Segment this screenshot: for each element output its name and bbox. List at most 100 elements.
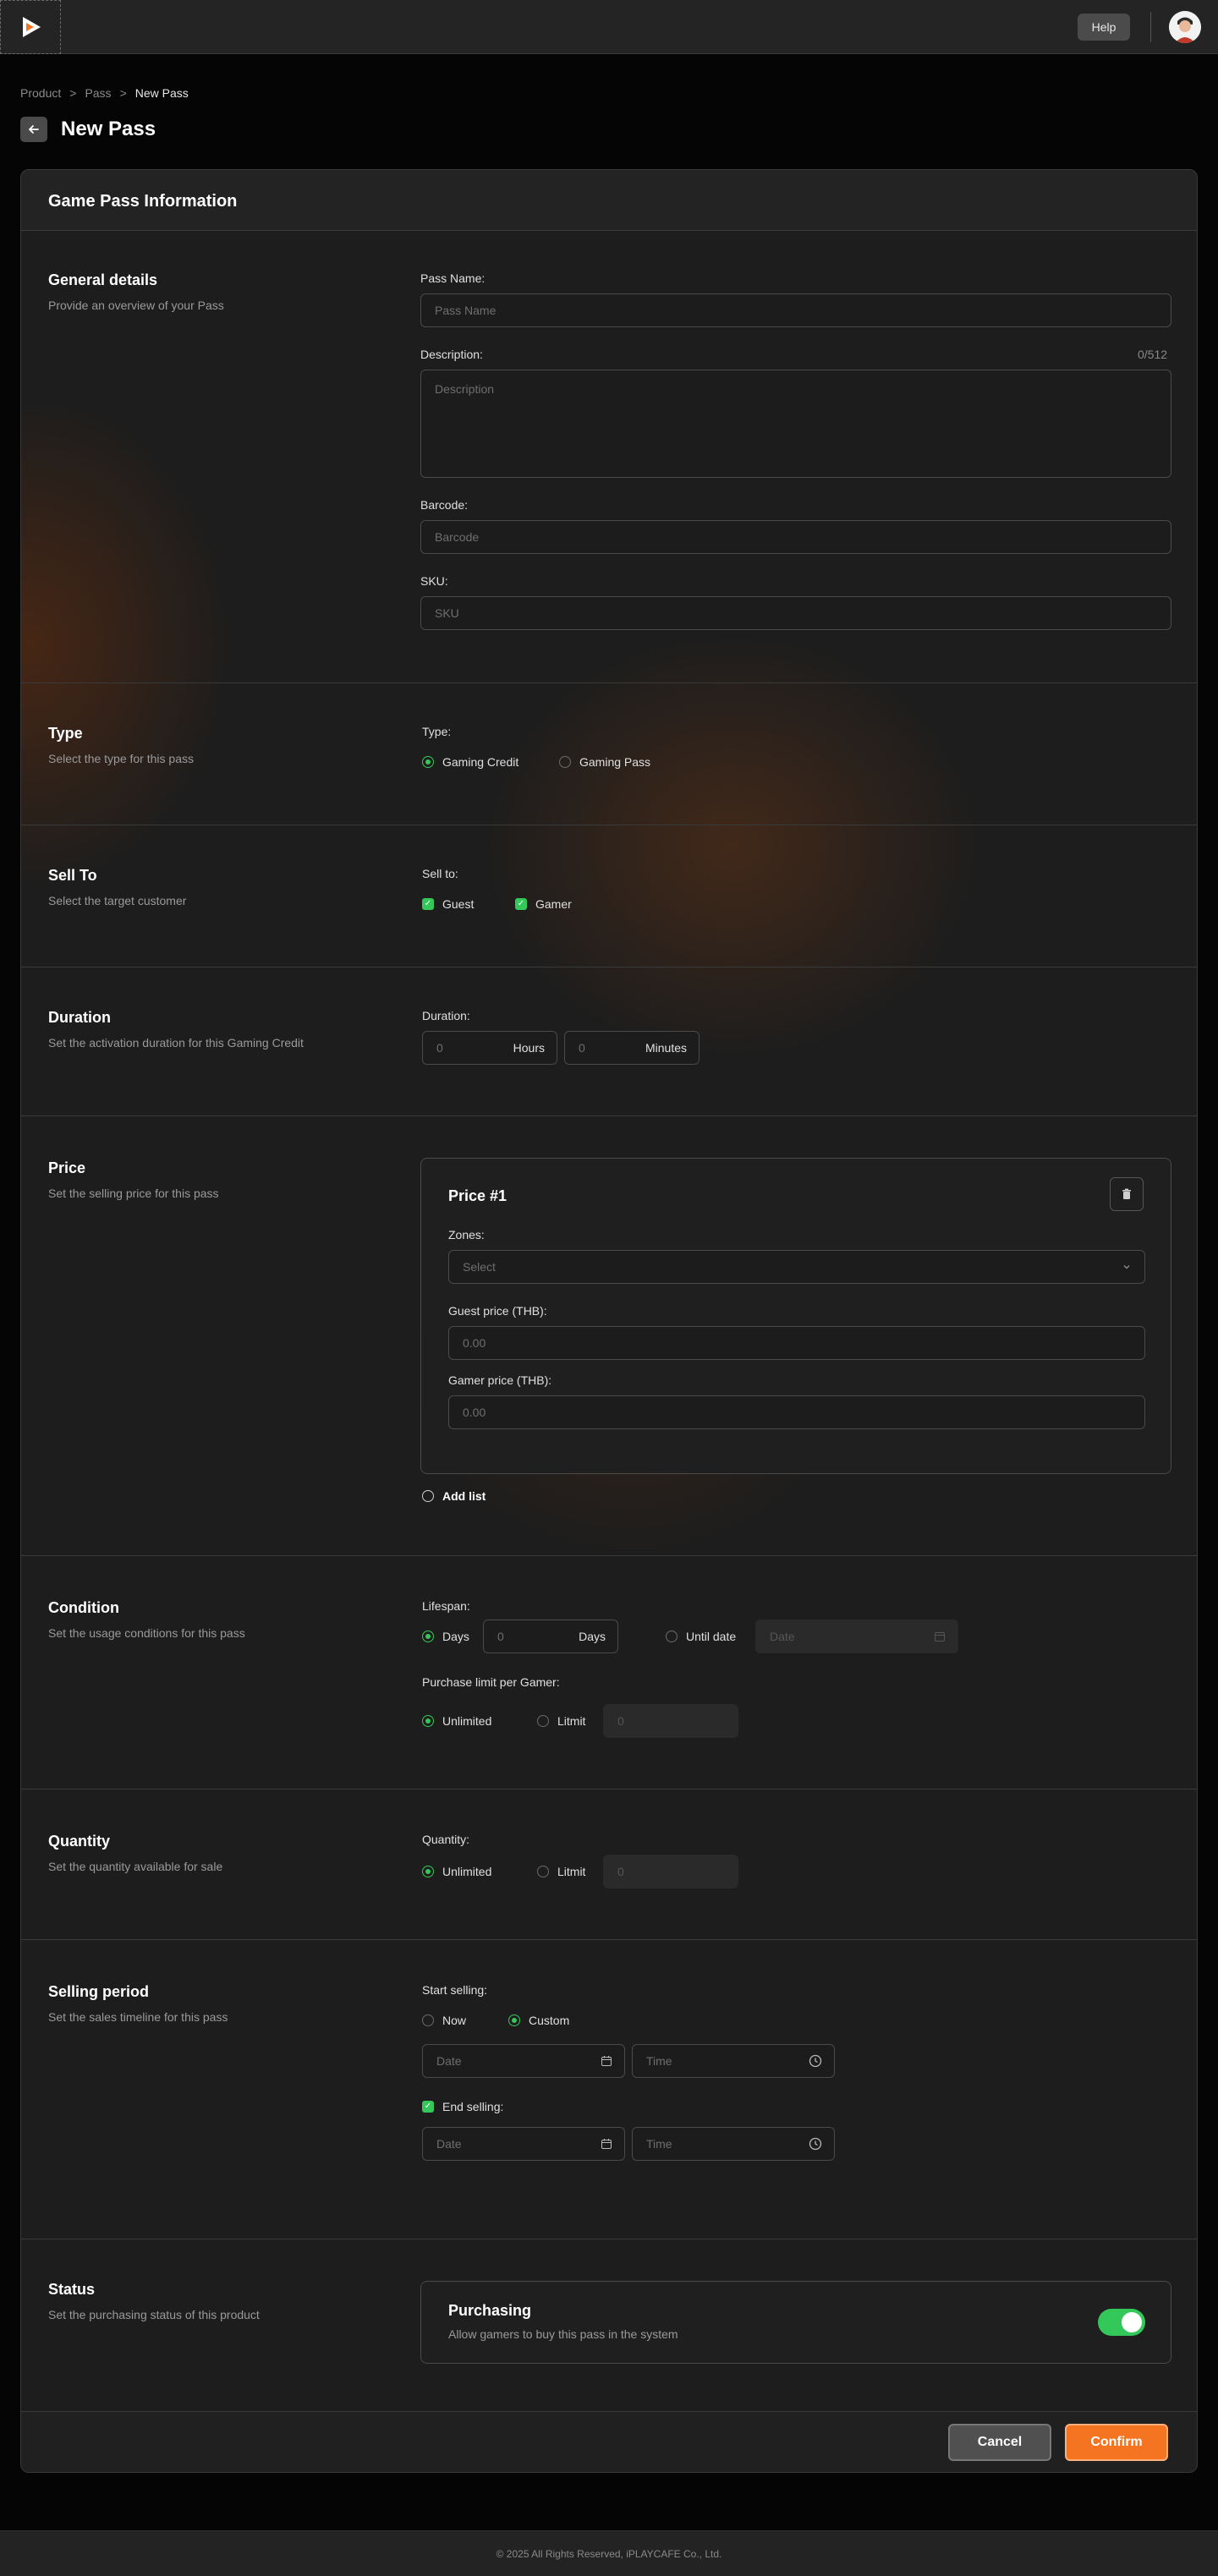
gamer-price-placeholder: 0.00 xyxy=(463,1406,486,1419)
end-selling-checkbox[interactable]: ✓ End selling: xyxy=(422,2100,503,2113)
confirm-button[interactable]: Confirm xyxy=(1065,2424,1168,2461)
zones-select[interactable]: Select xyxy=(448,1250,1145,1284)
card-footer: Cancel Confirm xyxy=(21,2411,1197,2472)
purchasing-description: Allow gamers to buy this pass in the sys… xyxy=(448,2327,678,2341)
zones-placeholder: Select xyxy=(463,1260,496,1274)
clock-icon xyxy=(809,2054,822,2068)
guest-price-input[interactable]: 0.00 xyxy=(448,1326,1145,1360)
sku-input[interactable]: SKU xyxy=(420,596,1171,630)
pass-name-label: Pass Name: xyxy=(420,271,486,285)
quantity-label: Quantity: xyxy=(422,1833,470,1846)
hours-value: 0 xyxy=(436,1041,443,1055)
end-date-placeholder: Date xyxy=(436,2137,462,2151)
help-button[interactable]: Help xyxy=(1078,14,1130,41)
price-item-card: Price #1 Zones: Select Guest price (THB)… xyxy=(420,1158,1171,1474)
description-placeholder: Description xyxy=(435,382,495,396)
section-title-status: Status xyxy=(48,2281,96,2298)
minutes-value: 0 xyxy=(579,1041,585,1055)
hours-unit: Hours xyxy=(513,1041,545,1055)
logo[interactable] xyxy=(0,0,61,54)
lifespan-radio-days[interactable]: Days xyxy=(422,1630,469,1643)
quantity-limit-input[interactable]: 0 xyxy=(603,1855,738,1888)
gamer-price-label: Gamer price (THB): xyxy=(448,1373,552,1387)
add-list-icon xyxy=(422,1490,434,1502)
start-radio-custom[interactable]: Custom xyxy=(508,2014,569,2027)
guest-price-placeholder: 0.00 xyxy=(463,1336,486,1350)
section-subtitle-quantity: Set the quantity available for sale xyxy=(48,1860,223,1873)
duration-label: Duration: xyxy=(422,1009,470,1022)
purchase-limit-input[interactable]: 0 xyxy=(603,1704,738,1738)
radio-selected-icon xyxy=(508,2014,520,2026)
radio-empty-icon xyxy=(422,2014,434,2026)
purchasing-title: Purchasing xyxy=(448,2302,532,2319)
checkbox-label: End selling: xyxy=(442,2100,504,2113)
purchasing-toggle[interactable] xyxy=(1098,2309,1145,2336)
type-option-label: Gaming Pass xyxy=(579,755,651,769)
start-radio-now[interactable]: Now xyxy=(422,2014,466,2027)
section-title-condition: Condition xyxy=(48,1599,119,1616)
radio-empty-icon xyxy=(537,1866,549,1877)
breadcrumb-separator: > xyxy=(69,86,77,100)
sell-to-checkbox-guest[interactable]: ✓ Guest xyxy=(422,897,474,911)
description-counter: 0/512 xyxy=(1138,348,1168,361)
pass-name-input[interactable]: Pass Name xyxy=(420,293,1171,327)
type-label: Type: xyxy=(422,725,452,738)
lifespan-radio-until-date[interactable]: Until date xyxy=(666,1630,736,1643)
duration-hours-input[interactable]: 0 Hours xyxy=(422,1031,557,1065)
cancel-button[interactable]: Cancel xyxy=(948,2424,1051,2461)
delete-price-button[interactable] xyxy=(1110,1177,1144,1211)
chevron-down-icon xyxy=(1123,1265,1130,1269)
radio-label: Days xyxy=(442,1630,469,1643)
calendar-icon xyxy=(935,1632,945,1642)
check-icon: ✓ xyxy=(422,2101,434,2113)
sell-to-checkbox-gamer[interactable]: ✓ Gamer xyxy=(515,897,572,911)
type-option-label: Gaming Credit xyxy=(442,755,519,769)
breadcrumb-item-current: New Pass xyxy=(134,86,189,100)
sku-label: SKU: xyxy=(420,574,448,588)
purchase-limit-radio-limit[interactable]: Litmit xyxy=(537,1714,585,1728)
checkbox-label: Gamer xyxy=(535,897,572,911)
purchase-limit-radio-unlimited[interactable]: Unlimited xyxy=(422,1714,491,1728)
description-textarea[interactable]: Description xyxy=(420,370,1171,478)
duration-minutes-input[interactable]: 0 Minutes xyxy=(564,1031,700,1065)
start-date-input[interactable]: Date xyxy=(422,2044,625,2078)
section-subtitle-sell-to: Select the target customer xyxy=(48,894,187,907)
lifespan-days-input[interactable]: 0 Days xyxy=(483,1620,618,1653)
lifespan-label: Lifespan: xyxy=(422,1599,470,1613)
section-title-duration: Duration xyxy=(48,1009,111,1026)
radio-label: Custom xyxy=(529,2014,570,2027)
until-date-input[interactable]: Date xyxy=(755,1620,958,1653)
breadcrumb-item-pass[interactable]: Pass xyxy=(85,86,111,100)
purchase-limit-placeholder: 0 xyxy=(617,1714,624,1728)
days-unit: Days xyxy=(579,1630,606,1643)
add-list-button[interactable]: Add list xyxy=(422,1489,486,1503)
section-divider xyxy=(21,1939,1197,1940)
end-date-input[interactable]: Date xyxy=(422,2127,625,2161)
end-time-placeholder: Time xyxy=(646,2137,672,2151)
back-button[interactable] xyxy=(20,117,47,142)
radio-selected-icon xyxy=(422,756,434,768)
avatar[interactable] xyxy=(1169,11,1201,43)
breadcrumb: Product > Pass > New Pass xyxy=(20,86,189,100)
guest-price-label: Guest price (THB): xyxy=(448,1304,547,1318)
barcode-input[interactable]: Barcode xyxy=(420,520,1171,554)
check-icon: ✓ xyxy=(515,898,527,910)
start-time-input[interactable]: Time xyxy=(632,2044,835,2078)
section-title-quantity: Quantity xyxy=(48,1833,111,1850)
section-title-sell-to: Sell To xyxy=(48,867,97,884)
section-subtitle-general: Provide an overview of your Pass xyxy=(48,299,224,312)
start-selling-label: Start selling: xyxy=(422,1983,488,1997)
section-title-type: Type xyxy=(48,725,83,742)
breadcrumb-item-product[interactable]: Product xyxy=(20,86,61,100)
quantity-radio-unlimited[interactable]: Unlimited xyxy=(422,1865,491,1878)
radio-label: Unlimited xyxy=(442,1865,492,1878)
type-radio-gaming-pass[interactable]: Gaming Pass xyxy=(559,755,650,769)
sku-placeholder: SKU xyxy=(435,606,459,620)
quantity-radio-limit[interactable]: Litmit xyxy=(537,1865,585,1878)
type-radio-gaming-credit[interactable]: Gaming Credit xyxy=(422,755,518,769)
barcode-placeholder: Barcode xyxy=(435,530,480,544)
end-time-input[interactable]: Time xyxy=(632,2127,835,2161)
price-item-title: Price #1 xyxy=(448,1187,508,1204)
gamer-price-input[interactable]: 0.00 xyxy=(448,1395,1145,1429)
radio-empty-icon xyxy=(559,756,571,768)
